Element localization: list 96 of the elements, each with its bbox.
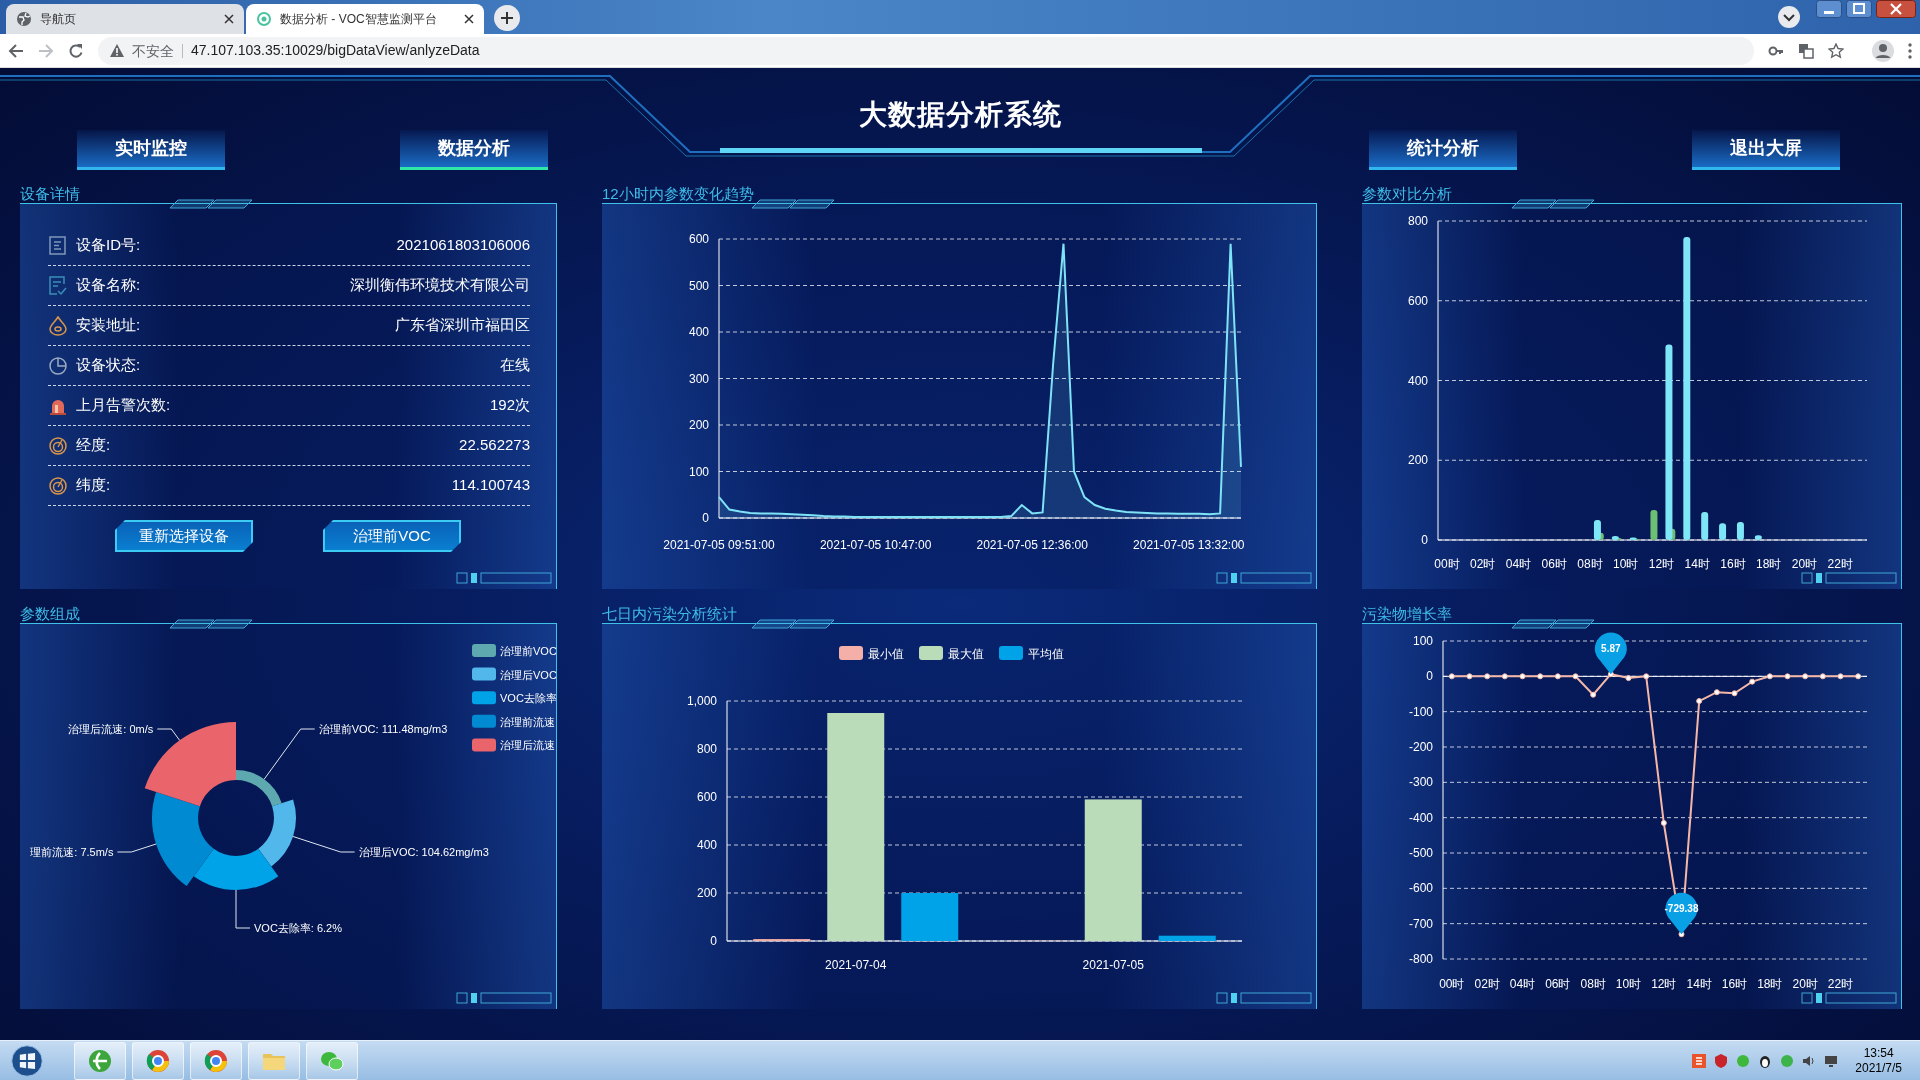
slice-label: 治理后流速: 0m/s — [68, 723, 154, 735]
legend-label: 最大值 — [948, 647, 984, 661]
axis-label: -600 — [1408, 881, 1433, 896]
axis-label: 04时 — [1505, 557, 1532, 571]
axis-label: 2021-07-05 13:32:00 — [1133, 538, 1245, 552]
axis-label: -100 — [1408, 704, 1433, 719]
value-pin: 5.87 — [1594, 632, 1627, 675]
axis-label: 400 — [696, 838, 717, 852]
axis-label: 12时 — [1651, 977, 1677, 991]
axis-label: 04时 — [1509, 977, 1536, 991]
panel-title: 设备详情 — [20, 185, 81, 203]
legend-label: 治理前VOC — [500, 645, 556, 657]
axis-label: 800 — [1407, 214, 1428, 228]
slice-label: 治理后VOC: 104.62mg/m3 — [358, 846, 489, 858]
axis-label: 14时 — [1684, 557, 1710, 571]
legend-label: 治理前流速 — [500, 715, 555, 728]
legend-label: 治理后流速 — [500, 739, 555, 752]
axis-label: -400 — [1408, 810, 1433, 825]
axis-label: 22时 — [1827, 557, 1853, 571]
axis-label: -500 — [1408, 846, 1433, 860]
axis-label: 1,000 — [686, 694, 717, 708]
axis-label: 10时 — [1615, 977, 1642, 991]
axis-label: 2021-07-05 — [1082, 958, 1144, 972]
panel-title: 七日内污染分析统计 — [602, 605, 738, 623]
axis-label: 600 — [696, 790, 717, 804]
axis-label: 16时 — [1720, 557, 1746, 571]
panel-title: 污染物增长率 — [1362, 605, 1453, 623]
annotation: 5.87 — [1601, 643, 1621, 655]
axis-label: 02时 — [1474, 977, 1500, 991]
axis-label: 0 — [702, 511, 709, 525]
field-label: 经度: — [76, 435, 111, 456]
axis-label: 200 — [696, 886, 717, 900]
field-label: 纬度: — [76, 475, 111, 496]
page-title: 大数据分析系统 — [857, 98, 1063, 132]
axis-label: -200 — [1408, 740, 1433, 754]
axis-label: 02时 — [1470, 557, 1496, 571]
field-label: 设备状态: — [76, 355, 141, 376]
axis-label: 18时 — [1757, 977, 1783, 991]
axis-label: 800 — [696, 742, 717, 756]
axis-label: 08时 — [1577, 557, 1603, 571]
field-label: 设备ID号: — [76, 235, 141, 256]
axis-label: 0 — [1421, 533, 1428, 547]
axis-label: -700 — [1408, 916, 1433, 931]
axis-label: 300 — [688, 371, 709, 386]
axis-label: 10时 — [1613, 557, 1639, 571]
axis-label: 20时 — [1791, 557, 1818, 571]
axis-label: 2021-07-05 12:36:00 — [976, 538, 1088, 552]
field-value: 114.100743 — [451, 475, 530, 496]
legend-label: 平均值 — [1028, 647, 1064, 661]
legend-label: 治理后VOC — [500, 668, 556, 681]
slice-label: 理前流速: 7.5m/s — [30, 846, 114, 858]
field-value: 深圳衡伟环境技术有限公司 — [350, 275, 530, 296]
axis-label: 600 — [1407, 293, 1428, 308]
clock-time: 13:54 — [1863, 1045, 1894, 1061]
axis-label: 12时 — [1648, 557, 1675, 571]
field-value: 192次 — [489, 395, 530, 416]
field-label: 上月告警次数: — [76, 395, 171, 416]
axis-label: 18时 — [1756, 557, 1782, 571]
axis-label: -300 — [1408, 775, 1433, 790]
panel-title: 参数对比分析 — [1362, 185, 1453, 203]
axis-label: -800 — [1408, 952, 1433, 966]
axis-label: 400 — [1407, 373, 1428, 388]
axis-label: 00时 — [1434, 557, 1460, 571]
axis-label: 20时 — [1792, 977, 1818, 991]
axis-label: 2021-07-05 09:51:00 — [663, 538, 775, 552]
field-label: 设备名称: — [76, 275, 141, 296]
slice-label: 治理前VOC: 111.48mg/m3 — [318, 723, 448, 735]
axis-label: 06时 — [1541, 557, 1567, 571]
field-label: 安装地址: — [76, 315, 141, 336]
axis-label: 200 — [688, 418, 709, 432]
panel-title: 12小时内参数变化趋势 — [602, 185, 755, 203]
legend-label: 最小值 — [868, 647, 904, 661]
axis-label: 0 — [710, 934, 717, 948]
field-value: 22.562273 — [459, 435, 530, 456]
axis-label: 00时 — [1439, 977, 1465, 991]
axis-label: 14时 — [1686, 977, 1712, 991]
axis-label: 0 — [1426, 669, 1433, 684]
axis-label: 500 — [688, 278, 709, 293]
axis-label: 600 — [688, 232, 709, 246]
axis-label: 2021-07-04 — [825, 958, 887, 972]
axis-label: 200 — [1407, 453, 1428, 468]
axis-label: 06时 — [1545, 977, 1571, 991]
axis-label: 22时 — [1827, 977, 1854, 991]
legend-label: VOC去除率 — [500, 692, 556, 705]
axis-label: 2021-07-05 10:47:00 — [819, 538, 932, 552]
panel-title: 参数组成 — [20, 605, 81, 623]
axis-label: 08时 — [1580, 977, 1606, 991]
axis-label: 16时 — [1721, 977, 1748, 991]
field-value: 在线 — [500, 355, 530, 376]
field-value: 2021061803106006 — [396, 235, 530, 256]
axis-label: 100 — [688, 464, 709, 479]
axis-label: 100 — [1412, 634, 1433, 648]
axis-label: 400 — [688, 325, 709, 339]
slice-label: VOC去除率: 6.2% — [254, 922, 343, 934]
clock-date: 2021/7/5 — [1855, 1060, 1902, 1076]
field-value: 广东省深圳市福田区 — [395, 315, 530, 336]
